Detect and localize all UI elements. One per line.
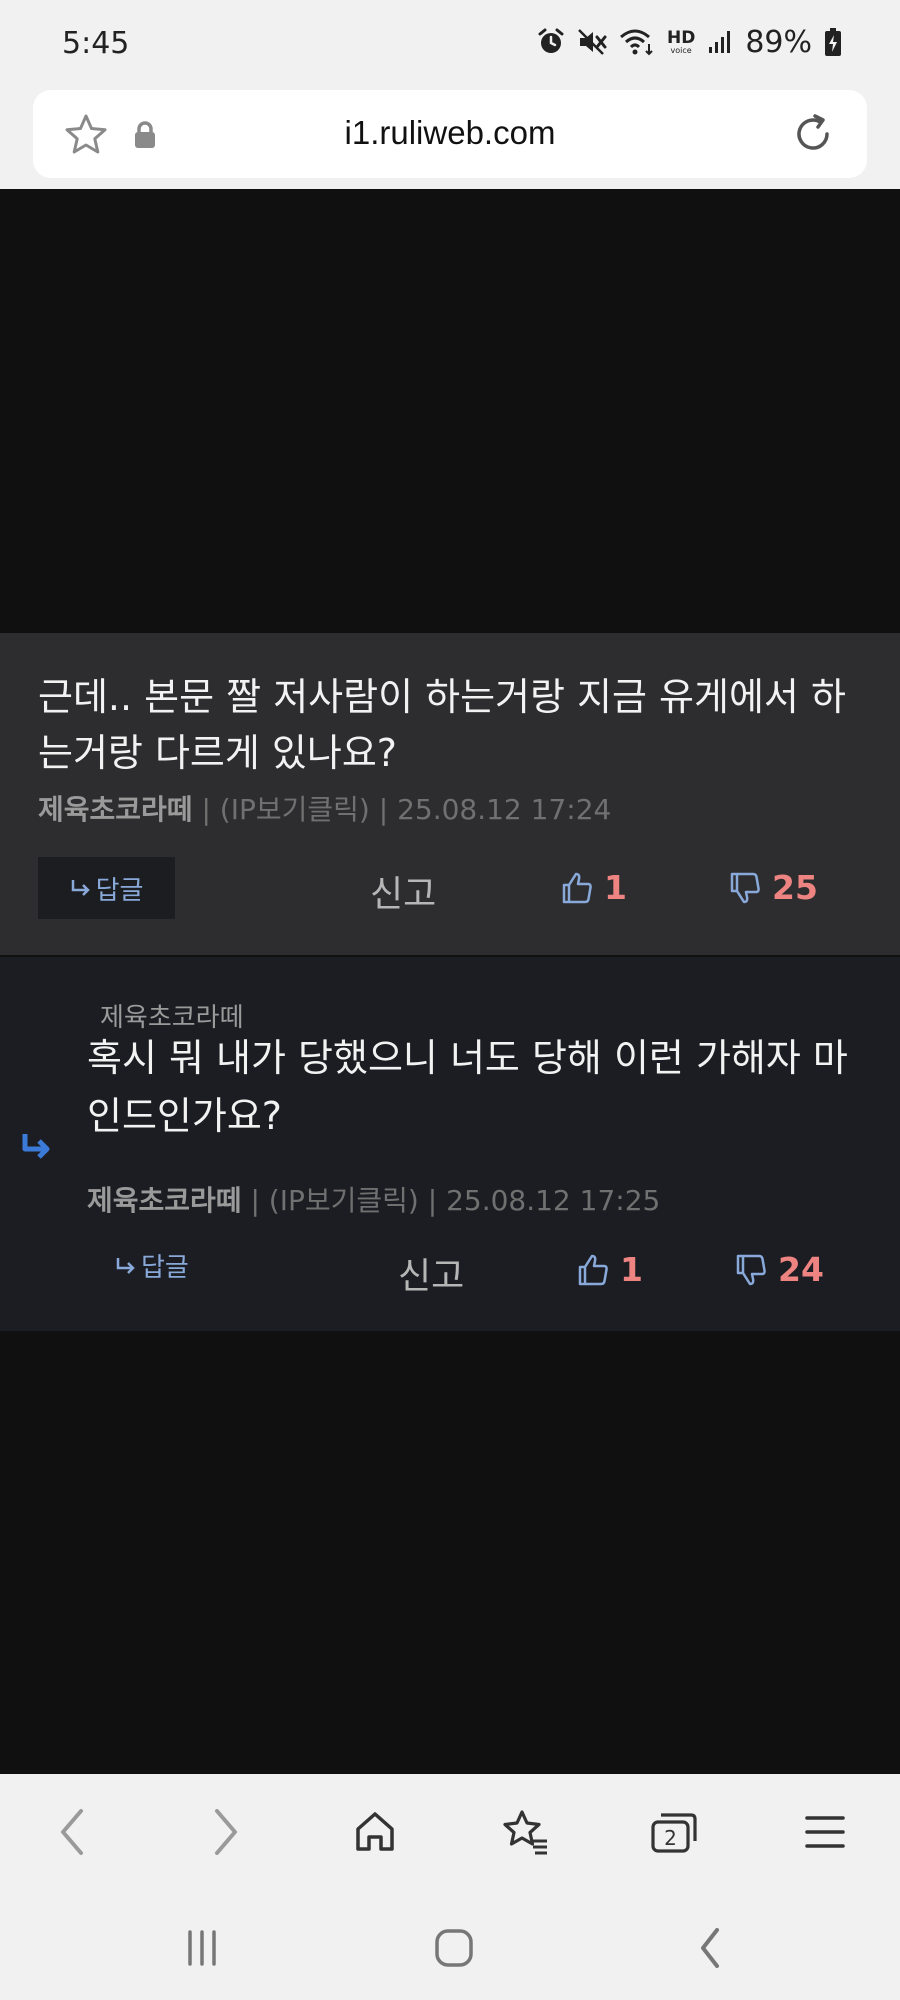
reply-like-count: 1 [620, 1250, 643, 1289]
back-icon[interactable] [44, 1804, 100, 1860]
thumbs-up-icon [578, 1254, 608, 1285]
tabs-icon[interactable]: 2 [646, 1804, 702, 1860]
menu-icon[interactable] [797, 1804, 853, 1860]
hd-voice-icon: HD voice [666, 27, 696, 55]
comment-item: 근데.. 본문 짤 저사람이 하는거랑 지금 유게에서 하는거랑 다르게 있나요… [0, 633, 900, 955]
back-icon[interactable] [682, 1924, 738, 1972]
like-button[interactable]: 1 [560, 868, 627, 907]
hd-voice-bottom: voice [670, 45, 692, 55]
report-button[interactable]: 신고 [370, 865, 436, 917]
dislike-count: 25 [772, 868, 818, 907]
tabs-count: 2 [664, 1826, 677, 1850]
bookmarks-icon[interactable] [497, 1804, 553, 1860]
forward-icon[interactable] [198, 1804, 254, 1860]
home-icon[interactable] [426, 1924, 482, 1972]
thumbs-down-icon [736, 1254, 766, 1285]
comment-text: 근데.. 본문 짤 저사람이 하는거랑 지금 유게에서 하는거랑 다르게 있나요… [38, 675, 846, 775]
status-bar: 5:45 HD voice 89% [0, 0, 900, 88]
wifi-icon [619, 29, 653, 56]
reply-item: 제육초코라떼 혹시 뭐 내가 당했으니 너도 당해 이런 가해자 마인드인가요?… [0, 957, 900, 1331]
recents-icon[interactable] [174, 1924, 230, 1972]
home-icon[interactable] [347, 1804, 403, 1860]
battery-charging-icon [825, 28, 841, 56]
comment-ip-link[interactable]: | (IP보기클릭) | [193, 793, 398, 826]
signal-icon [709, 31, 731, 53]
system-nav-bar [0, 1890, 900, 2000]
status-icons: HD voice 89% [537, 22, 842, 62]
status-time: 5:45 [62, 26, 130, 61]
reply-indicator-icon [22, 1134, 50, 1159]
battery-percent: 89% [745, 24, 812, 60]
reply-ip-link[interactable]: | (IP보기클릭) | [242, 1184, 447, 1217]
reply-text: 혹시 뭐 내가 당했으니 너도 당해 이런 가해자 마인드인가요? [87, 1036, 848, 1138]
reply-reply-button-label: 답글 [141, 1253, 189, 1283]
alarm-icon [538, 28, 564, 53]
like-count: 1 [604, 868, 627, 907]
comment-meta: 제육초코라떼 | (IP보기클릭) | 25.08.12 17:24 [38, 788, 611, 828]
reply-like-button[interactable]: 1 [576, 1250, 643, 1289]
address-area: i1.ruliweb.com [0, 88, 900, 189]
address-bar[interactable]: i1.ruliweb.com [33, 90, 867, 178]
reply-button-label: 답글 [95, 875, 144, 906]
hd-voice-top: HD [666, 27, 696, 48]
reply-dislike-count: 24 [778, 1250, 824, 1289]
reply-arrow-icon [71, 880, 90, 896]
reply-report-button[interactable]: 신고 [398, 1247, 464, 1299]
reply-datetime: 25.08.12 17:25 [446, 1184, 661, 1217]
thumbs-up-icon [562, 872, 592, 903]
url-text[interactable]: i1.ruliweb.com [33, 114, 867, 152]
comment-author[interactable]: 제육초코라떼 [38, 793, 193, 826]
reply-button[interactable]: 답글 [38, 857, 175, 919]
mute-icon [578, 29, 607, 55]
reply-author[interactable]: 제육초코라떼 [87, 1184, 242, 1217]
reload-icon[interactable] [789, 110, 837, 158]
reply-meta: 제육초코라떼 | (IP보기클릭) | 25.08.12 17:25 [87, 1179, 660, 1219]
dislike-button[interactable]: 25 [728, 868, 818, 907]
reply-dislike-button[interactable]: 24 [734, 1250, 824, 1289]
browser-toolbar: 2 [0, 1774, 900, 1890]
thumbs-down-icon [730, 872, 760, 903]
reply-reply-button[interactable]: 답글 [115, 1247, 189, 1284]
reply-arrow-icon [116, 1257, 135, 1274]
comment-datetime: 25.08.12 17:24 [397, 793, 612, 826]
page-content: 근데.. 본문 짤 저사람이 하는거랑 지금 유게에서 하는거랑 다르게 있나요… [0, 189, 900, 1774]
